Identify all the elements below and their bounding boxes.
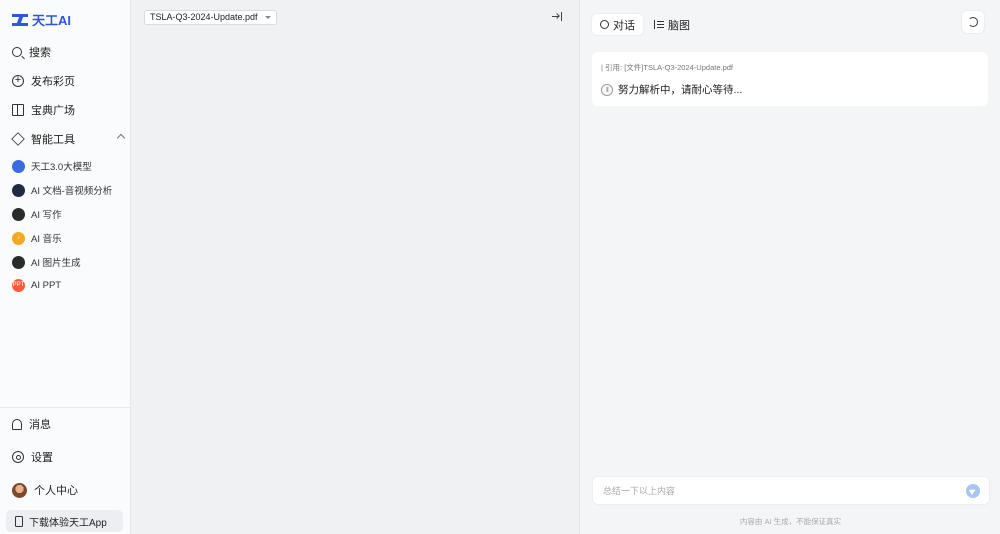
brand-logo[interactable]: 天工AI <box>12 10 71 29</box>
tiangong-logo-icon <box>12 13 28 27</box>
document-viewer: TSLA-Q3-2024-Update.pdf <box>131 0 579 534</box>
mindmap-icon <box>654 20 664 29</box>
message-status: 努力解析中，请耐心等待... <box>601 82 742 97</box>
ppt-glyph: PPT <box>12 282 25 288</box>
sidebar-divider <box>0 407 131 408</box>
tab-mindmap[interactable]: 脑图 <box>646 14 698 35</box>
sidebar-item-messages[interactable]: 消息 <box>12 416 124 432</box>
tool-item-label: AI PPT <box>31 280 62 291</box>
chat-panel: 对话 脑图 | 引用: [文件]TSLA-Q3-2024-Update.pdf … <box>579 0 1000 534</box>
message-card: | 引用: [文件]TSLA-Q3-2024-Update.pdf 努力解析中，… <box>592 52 988 106</box>
tool-item-label: AI 写作 <box>31 210 62 221</box>
tool-item-doc-analysis[interactable]: AI 文档-音视频分析 <box>12 183 112 197</box>
sidebar: 天工AI 搜索 发布彩页 宝典广场 智能工具 天工3.0大模型 AI 文档-音视… <box>0 0 131 534</box>
plus-circle-icon <box>12 73 24 87</box>
sidebar-item-smart-tools[interactable]: 智能工具 <box>11 131 126 147</box>
download-app-button[interactable]: 下载体验天工App <box>6 510 123 532</box>
sidebar-item-label: 发布彩页 <box>31 76 75 88</box>
sidebar-item-label: 个人中心 <box>34 485 78 497</box>
message-quote: | 引用: [文件]TSLA-Q3-2024-Update.pdf <box>601 63 734 72</box>
book-icon <box>12 104 24 116</box>
tool-item-label: AI 文档-音视频分析 <box>31 186 113 197</box>
sidebar-item-settings[interactable]: 设置 <box>12 449 124 465</box>
chevron-up-icon[interactable] <box>116 133 126 143</box>
tool-item-label: 天工3.0大模型 <box>31 162 92 173</box>
tab-label: 对话 <box>613 19 635 32</box>
chat-icon <box>600 20 609 29</box>
send-icon[interactable] <box>966 484 980 498</box>
history-button[interactable] <box>962 11 984 33</box>
document-name: TSLA-Q3-2024-Update.pdf <box>150 12 258 22</box>
sidebar-item-label: 消息 <box>29 419 51 431</box>
search-icon <box>12 47 22 57</box>
tab-label: 脑图 <box>668 19 690 32</box>
image-gen-icon <box>12 255 25 269</box>
avatar <box>12 482 27 498</box>
tab-chat[interactable]: 对话 <box>592 14 643 35</box>
sidebar-item-label: 设置 <box>31 452 53 464</box>
sidebar-item-profile[interactable]: 个人中心 <box>12 482 124 498</box>
sidebar-item-label: 宝典广场 <box>31 105 75 117</box>
chat-input[interactable] <box>603 484 953 498</box>
music-glyph: ♪ <box>17 234 20 241</box>
tool-item-label: AI 图片生成 <box>31 258 81 269</box>
tool-item-tiangong-model[interactable]: 天工3.0大模型 <box>12 159 92 173</box>
bell-icon <box>12 418 22 430</box>
doc-analysis-icon <box>12 183 25 197</box>
ppt-icon: PPT <box>12 279 25 292</box>
loading-icon <box>601 83 613 96</box>
sidebar-item-search[interactable]: 搜索 <box>12 44 124 60</box>
writing-icon <box>12 207 25 221</box>
document-select[interactable]: TSLA-Q3-2024-Update.pdf <box>144 10 277 25</box>
tiangong-model-icon <box>12 159 25 173</box>
sidebar-item-label: 智能工具 <box>31 134 75 146</box>
sidebar-item-label: 搜索 <box>29 47 51 59</box>
download-app-label: 下载体验天工App <box>29 517 107 529</box>
chat-input-box <box>592 476 990 505</box>
music-icon: ♪ <box>12 231 25 245</box>
phone-icon <box>15 515 23 527</box>
gear-icon <box>12 451 24 463</box>
cube-icon <box>11 132 25 146</box>
disclaimer: 内容由 AI 生成，不能保证真实 <box>739 517 842 526</box>
tool-item-music[interactable]: ♪ AI 音乐 <box>12 231 62 245</box>
tool-item-ppt[interactable]: PPT AI PPT <box>12 279 61 292</box>
brand-name: 天工AI <box>32 13 72 28</box>
message-status-text: 努力解析中，请耐心等待... <box>618 84 743 96</box>
collapse-panel-icon[interactable] <box>552 12 562 21</box>
tool-item-label: AI 音乐 <box>31 234 62 245</box>
tool-item-image-gen[interactable]: AI 图片生成 <box>12 255 81 269</box>
tool-item-writing[interactable]: AI 写作 <box>12 207 62 221</box>
sidebar-item-library[interactable]: 宝典广场 <box>12 102 124 118</box>
history-icon <box>968 17 978 27</box>
sidebar-item-publish[interactable]: 发布彩页 <box>12 73 124 89</box>
